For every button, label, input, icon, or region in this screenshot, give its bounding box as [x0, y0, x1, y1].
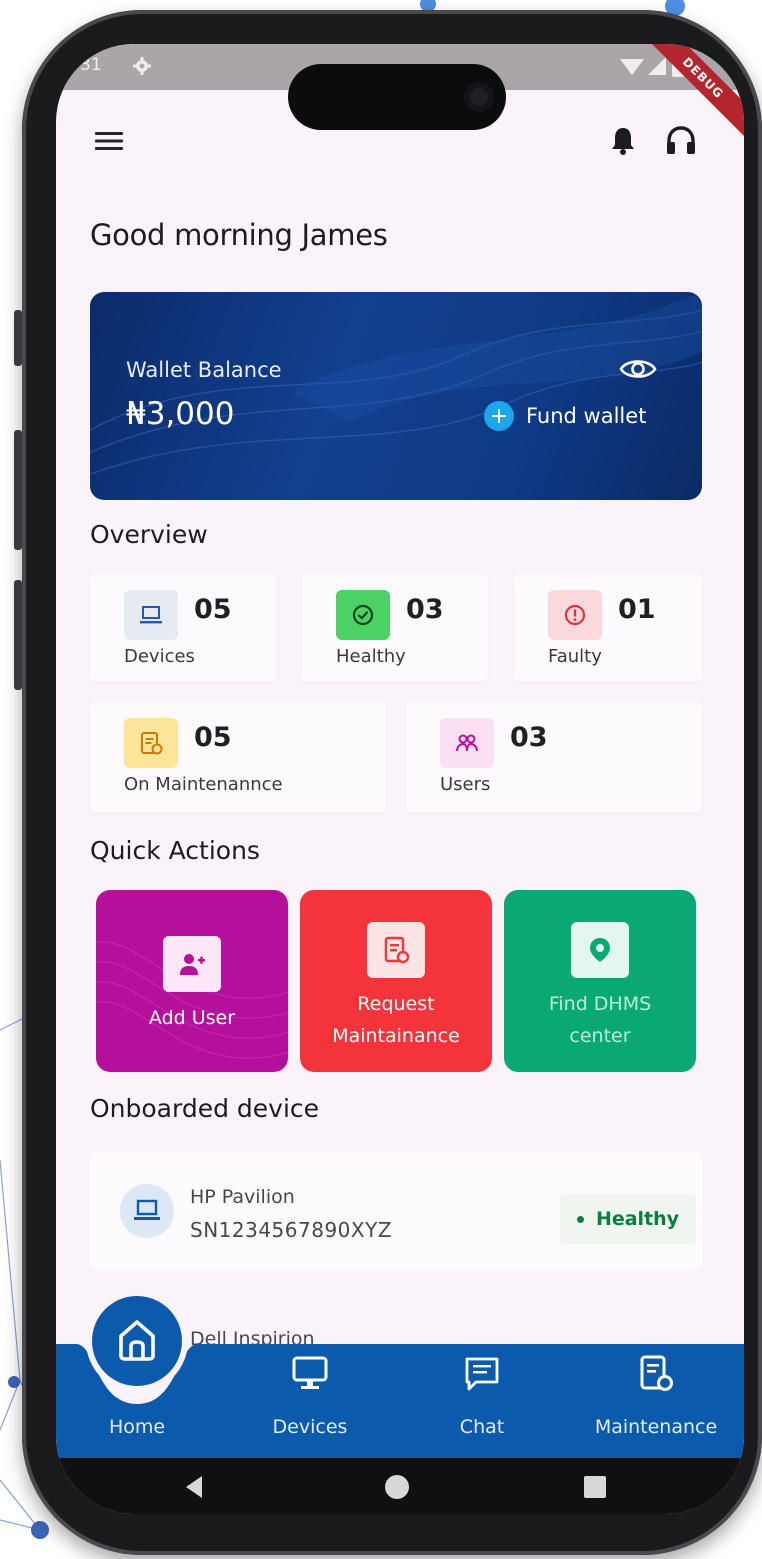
stat-value: 03: [510, 722, 548, 753]
stat-value: 05: [194, 722, 232, 753]
signal-icon: [648, 57, 666, 75]
nav-chat-label: Chat: [459, 1416, 505, 1438]
request-maintenance-button[interactable]: Request Maintainance: [300, 890, 492, 1072]
plus-circle-icon: [484, 401, 514, 431]
onboarded-device-title: Onboarded device: [90, 1094, 320, 1123]
back-triangle-icon[interactable]: [180, 1472, 210, 1502]
laptop-icon: [120, 1184, 174, 1238]
side-button: [14, 580, 22, 690]
stat-card-on-maintenance[interactable]: 05 On Maintenannce: [90, 702, 386, 812]
stat-label: Devices: [124, 646, 195, 667]
support-headset-icon[interactable]: [664, 124, 698, 158]
device-name: HP Pavilion: [190, 1186, 295, 1208]
stat-value: 03: [406, 594, 444, 625]
status-dot: [576, 1215, 584, 1223]
nav-devices[interactable]: Devices: [224, 1344, 396, 1458]
wallet-balance-amount: ₦3,000: [126, 396, 235, 432]
stat-label: On Maintenannce: [124, 774, 283, 795]
nav-home-label: Home: [108, 1416, 166, 1438]
eye-icon[interactable]: [618, 352, 658, 386]
nav-maintenance[interactable]: Maintenance: [568, 1344, 744, 1458]
home-circle-icon[interactable]: [382, 1472, 412, 1502]
wallet-balance-label: Wallet Balance: [126, 358, 282, 382]
fund-wallet-button[interactable]: Fund wallet: [484, 398, 646, 434]
users-icon: [440, 718, 494, 768]
quick-actions-title: Quick Actions: [90, 836, 260, 865]
stat-label: Users: [440, 774, 491, 795]
system-navigation-bar: [56, 1458, 744, 1514]
device-serial: SN1234567890XYZ: [190, 1218, 393, 1242]
nav-home[interactable]: Home: [56, 1344, 218, 1458]
add-user-icon: [163, 936, 221, 992]
side-button: [14, 310, 22, 366]
maintenance-doc-icon: [367, 922, 425, 978]
find-dhms-center-button[interactable]: Find DHMS center: [504, 890, 696, 1072]
stat-card-healthy[interactable]: 03 Healthy: [302, 574, 488, 682]
stat-value: 05: [194, 594, 232, 625]
stat-card-users[interactable]: 03 Users: [406, 702, 702, 812]
wallet-card: Wallet Balance ₦3,000 Fund wallet: [90, 292, 702, 500]
alert-circle-icon: [548, 590, 602, 640]
find-dhms-label-line1: Find DHMS: [548, 993, 652, 1015]
front-camera: [464, 82, 494, 112]
stat-card-devices[interactable]: 05 Devices: [90, 574, 276, 682]
device-list-item[interactable]: HP Pavilion SN1234567890XYZ Healthy: [90, 1152, 702, 1270]
side-button: [14, 430, 22, 550]
add-user-button[interactable]: Add User: [96, 890, 288, 1072]
overview-title: Overview: [90, 520, 208, 549]
notification-bell-icon[interactable]: [606, 124, 640, 158]
request-maintenance-label-line1: Request: [357, 993, 435, 1015]
recents-square-icon[interactable]: [580, 1472, 610, 1502]
wifi-icon: [620, 59, 644, 75]
stat-label: Healthy: [336, 646, 406, 667]
stat-label: Faulty: [548, 646, 602, 667]
nav-maintenance-label: Maintenance: [594, 1416, 718, 1438]
find-dhms-label-line2: center: [569, 1025, 631, 1047]
menu-icon[interactable]: [92, 124, 126, 158]
maintenance-doc-icon: [124, 718, 178, 768]
device-status-badge: Healthy: [560, 1194, 696, 1244]
bottom-navigation: Home Devices Chat Maintenance: [56, 1296, 744, 1458]
stat-card-faulty[interactable]: 01 Faulty: [514, 574, 702, 682]
add-user-label: Add User: [148, 1007, 236, 1029]
check-circle-icon: [336, 590, 390, 640]
greeting-title: Good morning James: [90, 218, 388, 252]
location-pin-icon: [571, 922, 629, 978]
device-status-text: Healthy: [595, 1208, 680, 1230]
request-maintenance-label-line2: Maintainance: [332, 1025, 460, 1047]
nav-chat[interactable]: Chat: [396, 1344, 568, 1458]
monitor-icon: [292, 1356, 328, 1389]
status-time: 31: [80, 55, 102, 75]
settings-gear-icon: [133, 57, 151, 75]
stat-value: 01: [618, 594, 656, 625]
app-screen: 31 DEBUG Good morning James Wallet Balan…: [56, 44, 744, 1514]
fund-wallet-label: Fund wallet: [526, 404, 647, 428]
nav-devices-label: Devices: [272, 1416, 348, 1438]
maintenance-doc-icon: [640, 1355, 673, 1391]
laptop-icon: [124, 590, 178, 640]
chat-icon: [465, 1357, 499, 1391]
